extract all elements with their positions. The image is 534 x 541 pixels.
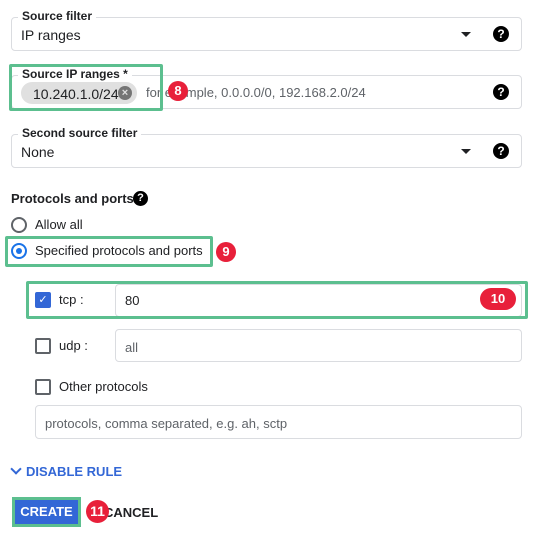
second-source-filter-select[interactable]: Second source filter None ? (11, 126, 522, 168)
source-filter-select[interactable]: Source filter IP ranges ? (11, 9, 522, 51)
other-protocols-input[interactable]: protocols, comma separated, e.g. ah, sct… (35, 405, 522, 439)
help-icon[interactable]: ? (133, 191, 148, 206)
cancel-button[interactable]: CANCEL (104, 505, 158, 520)
protocols-heading: Protocols and ports (11, 191, 134, 206)
chevron-down-icon (10, 463, 22, 475)
other-protocols-checkbox[interactable] (35, 379, 51, 395)
second-filter-label: Second source filter (18, 126, 142, 140)
step-badge-9: 9 (216, 242, 236, 262)
source-filter-value: IP ranges (21, 27, 81, 43)
disable-rule-label: DISABLE RULE (26, 464, 123, 479)
udp-checkbox[interactable] (35, 338, 51, 354)
step-badge-8: 8 (168, 81, 188, 101)
highlight-box (9, 64, 163, 111)
udp-ports-input[interactable]: all (115, 329, 522, 362)
highlight-box (26, 281, 528, 319)
help-icon[interactable]: ? (493, 26, 509, 42)
dropdown-arrow-icon (461, 149, 471, 154)
source-filter-label: Source filter (18, 9, 97, 23)
dropdown-arrow-icon (461, 32, 471, 37)
highlight-box (5, 236, 213, 267)
other-protocols-label: Other protocols (59, 379, 148, 394)
second-filter-value: None (21, 144, 55, 160)
create-button[interactable]: CREATE (12, 497, 81, 527)
disable-rule-button[interactable]: DISABLE RULE (9, 463, 123, 479)
help-icon[interactable]: ? (493, 143, 509, 159)
step-badge-11: 11 (86, 500, 109, 523)
step-badge-10: 10 (480, 288, 516, 310)
help-icon[interactable]: ? (493, 84, 509, 100)
allow-all-label: Allow all (35, 217, 83, 232)
udp-label: udp : (59, 338, 88, 353)
allow-all-radio[interactable] (11, 217, 27, 233)
